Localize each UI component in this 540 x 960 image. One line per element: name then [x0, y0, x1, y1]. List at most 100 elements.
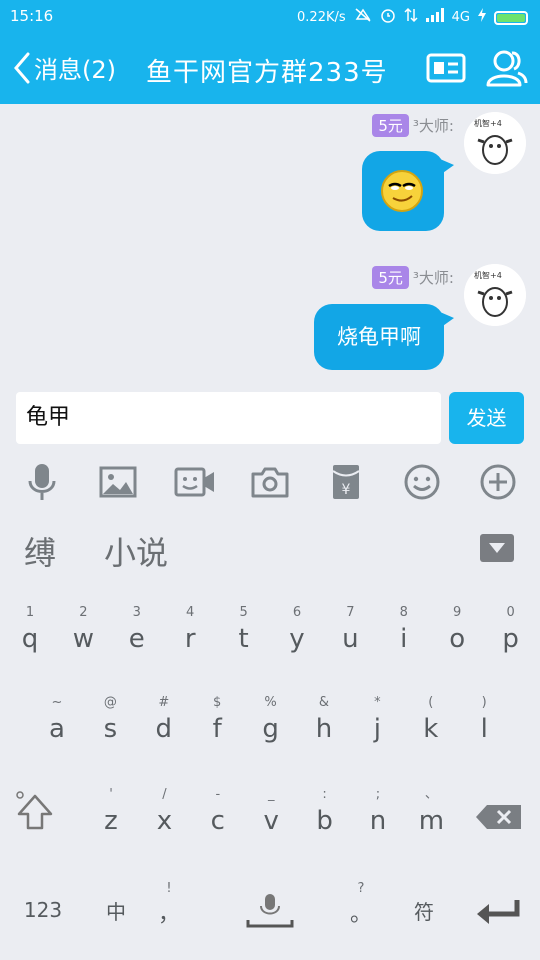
- key-w[interactable]: 2w: [56, 604, 110, 656]
- comma-key[interactable]: ! ，: [142, 880, 196, 932]
- key-label: t: [238, 624, 249, 654]
- shift-icon: [16, 791, 53, 830]
- send-button[interactable]: 发送: [449, 392, 524, 444]
- key-label: i: [400, 624, 408, 654]
- key-n[interactable]: ; n: [351, 786, 405, 838]
- message-bubble[interactable]: [362, 151, 454, 231]
- key-hint: (: [428, 695, 434, 710]
- key-hint: 8: [399, 605, 408, 620]
- key-hint: /: [162, 787, 167, 802]
- message-bubble[interactable]: 烧龟甲啊: [314, 304, 454, 370]
- microphone-icon[interactable]: [22, 462, 62, 502]
- key-label: c: [210, 806, 225, 836]
- chat-message: 5元 ³大师: 机智+4 烧龟甲啊: [0, 256, 540, 386]
- key-e[interactable]: 3e: [110, 604, 164, 656]
- back-button[interactable]: 消息(2): [12, 50, 116, 85]
- key-k[interactable]: (k: [404, 694, 458, 746]
- key-q[interactable]: 1q: [3, 604, 57, 656]
- period-key[interactable]: ? 。: [334, 880, 388, 932]
- group-members-button[interactable]: [486, 48, 528, 92]
- backspace-icon: [476, 805, 521, 829]
- candidate-word[interactable]: 缚: [24, 528, 56, 574]
- key-label: g: [262, 714, 279, 744]
- enter-icon: [477, 900, 520, 924]
- key-m[interactable]: 、 m: [404, 786, 458, 838]
- id-card-icon: [426, 53, 466, 83]
- key-hint: !: [166, 881, 172, 896]
- video-call-icon[interactable]: [174, 462, 214, 502]
- avatar[interactable]: 机智+4: [464, 112, 526, 174]
- plus-icon[interactable]: [478, 462, 518, 502]
- space-key[interactable]: [246, 890, 294, 935]
- enter-key[interactable]: [474, 898, 524, 933]
- emoji-icon[interactable]: [402, 462, 442, 502]
- backspace-key[interactable]: [474, 804, 524, 835]
- sender-name: ³大师:: [412, 269, 454, 287]
- key-r[interactable]: 4r: [163, 604, 217, 656]
- key-p[interactable]: 0p: [484, 604, 538, 656]
- key-hint: 、: [424, 787, 438, 802]
- expand-candidates-button[interactable]: [480, 534, 514, 562]
- key-d[interactable]: # d: [137, 694, 191, 746]
- alarm-icon: [380, 7, 396, 28]
- key-o[interactable]: 9o: [430, 604, 484, 656]
- profile-card-button[interactable]: [426, 52, 466, 88]
- status-bar: 15:16 0.22K/s 4G: [0, 0, 540, 32]
- key-label: 。: [349, 902, 372, 927]
- key-v[interactable]: _ v: [244, 786, 298, 838]
- key-a[interactable]: ~ a: [30, 694, 84, 746]
- key-label: r: [184, 624, 196, 654]
- key-f[interactable]: $ f: [190, 694, 244, 746]
- key-label: b: [316, 806, 333, 836]
- title-badge: 5元: [372, 266, 409, 289]
- key-hint: 2: [79, 605, 88, 620]
- key-label: w: [72, 624, 95, 654]
- key-s[interactable]: @ s: [83, 694, 137, 746]
- key-y[interactable]: 6y: [270, 604, 324, 656]
- key-label: v: [263, 806, 279, 836]
- key-hint: _: [267, 787, 275, 802]
- key-j[interactable]: * j: [350, 694, 404, 746]
- candidate-word[interactable]: 小说: [104, 528, 168, 574]
- symbol-key[interactable]: 符: [406, 896, 442, 925]
- key-hint: 6: [292, 605, 302, 620]
- back-label: 消息(2): [34, 56, 116, 84]
- key-x[interactable]: / x: [137, 786, 191, 838]
- message-meta: 5元 ³大师:: [372, 266, 454, 289]
- key-hint: ): [481, 695, 487, 710]
- key-t[interactable]: 5t: [217, 604, 271, 656]
- key-hint: 0: [506, 605, 515, 620]
- key-label: y: [289, 624, 305, 654]
- red-packet-icon[interactable]: ¥: [326, 462, 366, 502]
- chevron-left-icon: [14, 52, 30, 83]
- key-h[interactable]: & h: [297, 694, 351, 746]
- svg-text:机智+4: 机智+4: [474, 270, 502, 280]
- key-label: e: [128, 624, 145, 654]
- language-key[interactable]: 中: [98, 896, 134, 925]
- image-icon[interactable]: [98, 462, 138, 502]
- key-i[interactable]: 8i: [377, 604, 431, 656]
- key-label: d: [155, 714, 173, 744]
- key-b[interactable]: :b: [298, 786, 352, 838]
- key-label: s: [103, 714, 118, 744]
- key-label: z: [104, 806, 118, 836]
- key-l[interactable]: ) l: [457, 694, 511, 746]
- numeric-key[interactable]: 123: [18, 898, 68, 922]
- key-hint: %: [264, 695, 277, 710]
- message-meta: 5元 ³大师:: [372, 114, 454, 137]
- title-bar: 消息(2) 鱼干网官方群233号: [0, 32, 540, 104]
- key-label: n: [369, 806, 387, 836]
- shift-key[interactable]: [10, 790, 60, 839]
- avatar-image: 机智+4: [464, 112, 526, 174]
- key-u[interactable]: 7u: [323, 604, 377, 656]
- key-label: o: [449, 624, 466, 654]
- chat-area[interactable]: 5元 ³大师: 机智+4 5元 ³大师: 机智+4 烧龟甲啊: [0, 104, 540, 386]
- key-hint: #: [158, 695, 170, 710]
- key-c[interactable]: -c: [191, 786, 245, 838]
- message-input[interactable]: 龟甲: [16, 392, 441, 444]
- camera-icon[interactable]: [250, 462, 290, 502]
- avatar[interactable]: 机智+4: [464, 264, 526, 326]
- key-g[interactable]: % g: [244, 694, 298, 746]
- key-z[interactable]: ' z: [84, 786, 138, 838]
- key-label: ，: [157, 902, 180, 927]
